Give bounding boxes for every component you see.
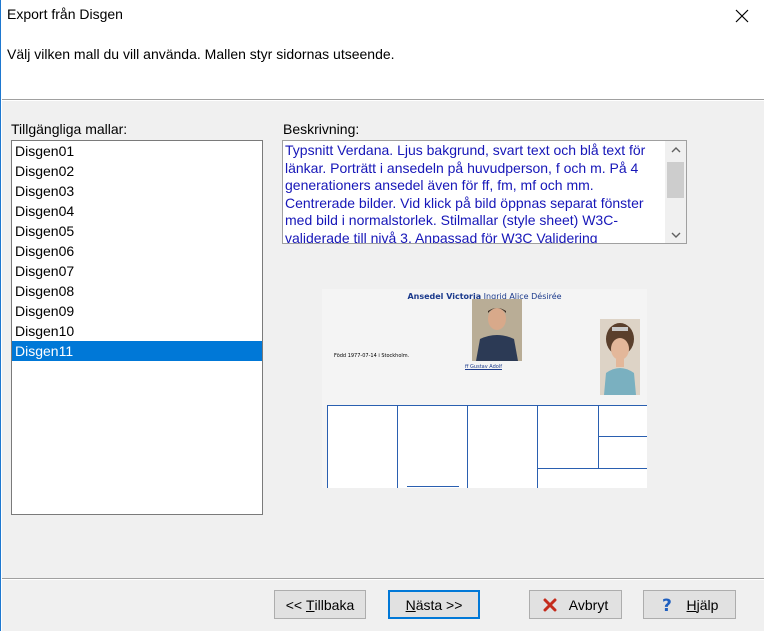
cancel-button[interactable]: Avbryt: [529, 590, 622, 619]
template-list-item[interactable]: Disgen11: [12, 341, 262, 361]
template-list-item[interactable]: Disgen08: [12, 281, 262, 301]
templates-label: Tillgängliga mallar:: [11, 121, 128, 137]
close-icon: [735, 9, 749, 22]
next-mnemonic: N: [405, 596, 416, 613]
preview-father-photo: [472, 299, 522, 361]
instruction-text: Välj vilken mall du vill använda. Mallen…: [7, 46, 395, 62]
help-label: jälp: [696, 596, 719, 613]
next-label: ästa >>: [415, 596, 463, 613]
template-list-item[interactable]: Disgen06: [12, 241, 262, 261]
template-list-item[interactable]: Disgen05: [12, 221, 262, 241]
close-button[interactable]: [719, 0, 764, 31]
help-mnemonic: H: [686, 596, 697, 613]
svg-text:?: ?: [662, 596, 672, 614]
help-button[interactable]: ? Hjälp: [643, 590, 736, 619]
back-label: illbaka: [314, 596, 355, 613]
preview-father-link: ff Gustav Adolf: [465, 364, 502, 370]
description-textbox[interactable]: Typsnitt Verdana. Ljus bakgrund, svart t…: [282, 140, 687, 244]
template-list-item[interactable]: Disgen07: [12, 261, 262, 281]
preview-father-name: Gustav Adolf: [470, 364, 502, 370]
preview-father-prefix: ff: [465, 364, 469, 370]
description-scrollbar[interactable]: [665, 141, 686, 243]
preview-title-bold: Ansedel Victoria: [407, 292, 482, 301]
help-icon: ?: [661, 596, 675, 614]
chevron-up-icon: [671, 146, 680, 152]
title-bar: Export från Disgen: [1, 0, 764, 31]
template-preview: Ansedel Victoria Ingrid Alice Désirée 19…: [322, 289, 647, 488]
export-dialog: Export från Disgen Välj vilken mall du v…: [0, 0, 764, 631]
template-list-item[interactable]: Disgen09: [12, 301, 262, 321]
cancel-icon: [543, 598, 557, 612]
back-prefix: <<: [285, 596, 306, 613]
description-label: Beskrivning:: [283, 121, 360, 137]
scroll-down-button[interactable]: [665, 226, 686, 243]
template-list-item[interactable]: Disgen10: [12, 321, 262, 341]
chevron-down-icon: [671, 232, 680, 238]
next-button[interactable]: Nästa >>: [388, 590, 480, 619]
preview-born: Född 1977-07-14 i Stockholm.: [334, 353, 410, 359]
template-list-item[interactable]: Disgen02: [12, 161, 262, 181]
description-text: Typsnitt Verdana. Ljus bakgrund, svart t…: [285, 142, 646, 244]
cancel-label: Avbryt: [568, 596, 609, 613]
preview-tree-line: [407, 486, 459, 487]
back-mnemonic: T: [305, 596, 315, 613]
template-list-item[interactable]: Disgen01: [12, 141, 262, 161]
templates-listbox[interactable]: Disgen01 Disgen02 Disgen03 Disgen04 Disgen05…: [11, 140, 263, 515]
back-button[interactable]: << Tillbaka: [274, 590, 366, 619]
window-title: Export från Disgen: [7, 6, 123, 22]
template-list-item[interactable]: Disgen03: [12, 181, 262, 201]
scroll-thumb[interactable]: [667, 162, 684, 198]
scroll-up-button[interactable]: [665, 141, 686, 158]
preview-ancestor-tree: [327, 405, 647, 488]
template-list-item[interactable]: Disgen04: [12, 201, 262, 221]
preview-portrait: [600, 319, 640, 395]
wizard-header: [2, 31, 764, 99]
